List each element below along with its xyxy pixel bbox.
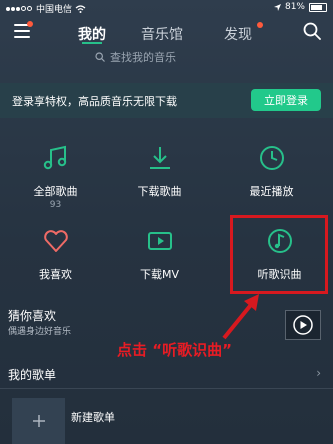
active-tab-indicator: [82, 42, 102, 44]
carrier-label: 中国电信: [36, 5, 73, 15]
grid-item-label: 我喜欢: [39, 268, 72, 281]
grid-item-label: 下载MV: [139, 268, 179, 281]
notification-badge: [27, 21, 33, 27]
status-bar: 中国电信 81%: [0, 0, 333, 16]
highlight-box: [230, 215, 328, 294]
search-icon: [95, 52, 105, 62]
search-bar[interactable]: 查找我的音乐: [95, 48, 176, 66]
clock-icon: [259, 146, 284, 170]
grid-item-favorites[interactable]: 我喜欢: [0, 226, 111, 282]
download-icon: [149, 147, 170, 169]
grid-item-label: 全部歌曲: [33, 185, 78, 198]
login-button[interactable]: 立即登录: [251, 89, 321, 111]
location-icon: [273, 3, 281, 11]
battery-percent: 81%: [284, 2, 305, 12]
search-icon[interactable]: [303, 22, 321, 40]
promo-text: 登录享特权，高品质音乐无限下载: [12, 95, 177, 108]
grid-item-downloaded-mv[interactable]: 下载MV: [104, 226, 215, 282]
tab-mine[interactable]: 我的: [78, 24, 106, 44]
wifi-icon: [75, 4, 86, 13]
grid-item-label: 最近播放: [249, 185, 294, 198]
new-playlist-button[interactable]: [12, 398, 65, 444]
battery-icon: [309, 2, 327, 12]
search-placeholder: 查找我的音乐: [110, 51, 176, 64]
tab-music-hall[interactable]: 音乐馆: [141, 24, 183, 44]
new-playlist-label[interactable]: 新建歌单: [71, 409, 115, 425]
song-count: 93: [49, 200, 62, 210]
play-icon: [293, 315, 313, 335]
music-note-icon: [43, 145, 66, 170]
chevron-right-icon[interactable]: ›: [316, 366, 321, 380]
signal-icon: [6, 4, 33, 14]
guess-title: 猜你喜欢: [8, 309, 57, 323]
grid-item-label: 下载歌曲: [137, 185, 182, 198]
grid-item-recently-played[interactable]: 最近播放: [216, 143, 327, 199]
heart-icon: [43, 230, 68, 252]
grid-item-downloaded-songs[interactable]: 下载歌曲: [104, 143, 215, 199]
tab-discover[interactable]: 发现: [224, 24, 252, 44]
divider: [0, 388, 333, 389]
annotation-text: 点击 “听歌识曲”: [117, 341, 232, 359]
annotation-arrow: [222, 294, 259, 340]
plus-icon: [32, 415, 45, 427]
grid-item-all-songs[interactable]: 全部歌曲 93: [0, 143, 111, 210]
video-icon: [147, 232, 172, 250]
my-playlists-title[interactable]: 我的歌单: [8, 366, 56, 383]
discover-badge: [257, 22, 263, 28]
guess-subtitle: 偶遇身边好音乐: [8, 327, 72, 337]
guess-play-button[interactable]: [285, 310, 321, 340]
